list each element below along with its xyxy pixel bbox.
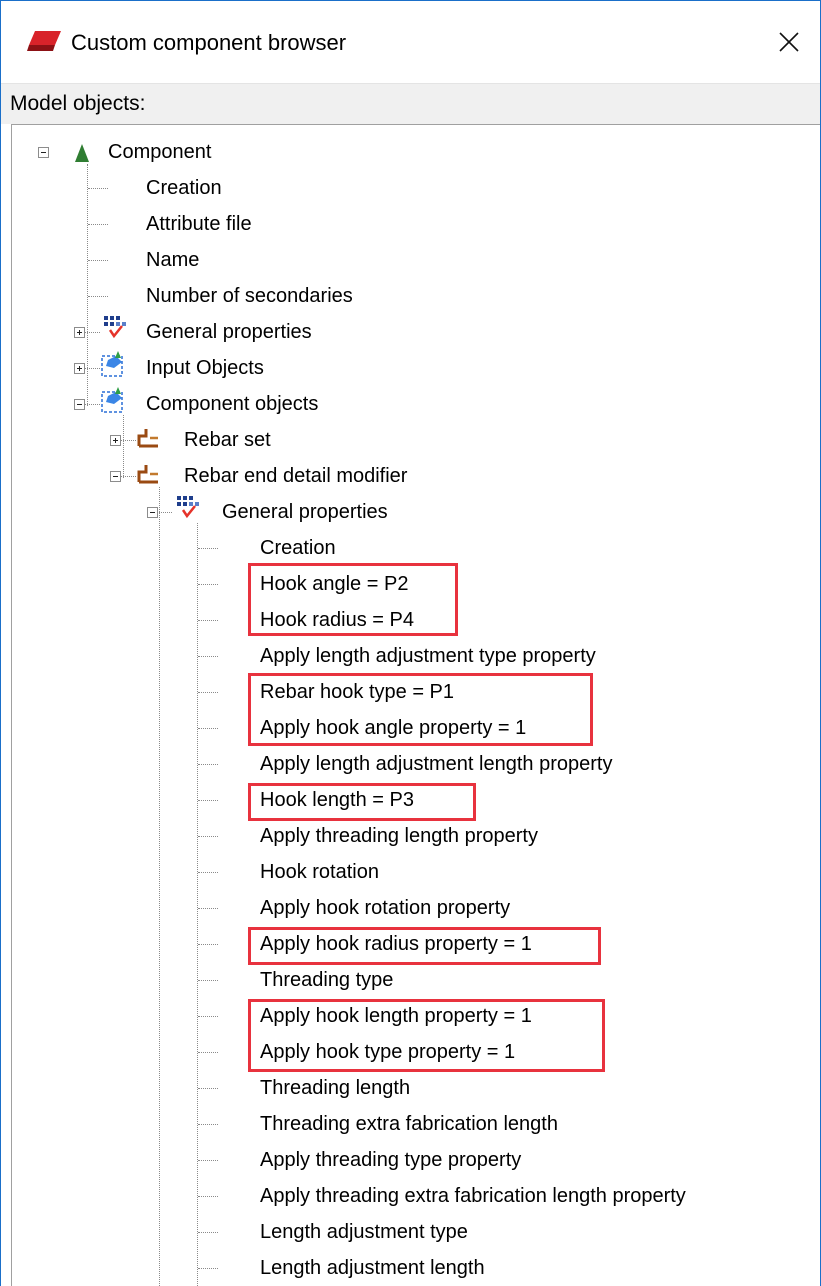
tree-node-property[interactable]: Threading type [260,967,393,993]
model-objects-tree[interactable]: Component Creation Attribute file Name N… [11,124,820,1286]
tree-branch [198,584,218,585]
tree-node-property[interactable]: Threading length [260,1075,410,1101]
tree-branch [198,1124,218,1125]
tree-branch [88,260,108,261]
tree-node-component-objects[interactable]: Component objects [146,391,318,417]
tree-branch [198,692,218,693]
tree-branch [198,908,218,909]
tree-node-property[interactable]: Length adjustment type [260,1219,468,1245]
tree-node-property[interactable]: Apply threading extra fabrication length… [260,1183,686,1209]
highlight-box [248,673,593,746]
rebar-end-detail-modifier-collapse-toggle[interactable] [110,471,121,482]
properties-icon [177,496,199,519]
rebar-set-expand-toggle[interactable] [110,435,121,446]
tree-branch [198,1016,218,1017]
rebar-icon [137,429,158,448]
tree-branch [198,872,218,873]
tree-branch [198,728,218,729]
tree-node-property[interactable]: Apply threading length property [260,823,538,849]
tree-guide-line [123,415,124,478]
title-bar[interactable]: Custom component browser [1,1,820,83]
tree-node-number-of-secondaries[interactable]: Number of secondaries [146,283,353,309]
tree-branch [88,224,108,225]
tree-branch [198,836,218,837]
tree-branch [198,1268,218,1269]
model-objects-header: Model objects: [1,83,820,124]
tree-node-name[interactable]: Name [146,247,199,273]
tree-node-property[interactable]: Threading extra fabrication length [260,1111,558,1137]
tree-node-property[interactable]: Apply length adjustment type property [260,643,596,669]
component-objects-icon [101,387,123,413]
tree-branch [198,1232,218,1233]
tree-node-attribute-file[interactable]: Attribute file [146,211,252,237]
model-objects-label: Model objects: [10,92,146,115]
close-icon [779,32,799,52]
tree-node-property[interactable]: Apply hook rotation property [260,895,510,921]
highlight-box [248,563,458,636]
tree-branch [198,1052,218,1053]
tree-branch [198,620,218,621]
tree-branch [198,944,218,945]
tree-branch [88,188,108,189]
close-button[interactable] [760,15,820,71]
tree-guide-line [197,523,198,1286]
component-objects-collapse-toggle[interactable] [74,399,85,410]
tree-node-creation[interactable]: Creation [146,175,222,201]
tree-node-modifier-general-properties[interactable]: General properties [222,499,388,525]
window-title: Custom component browser [71,30,347,55]
component-collapse-toggle[interactable] [38,147,49,158]
tree-node-property[interactable]: Creation [260,535,336,561]
tree-node-rebar-end-detail-modifier[interactable]: Rebar end detail modifier [184,463,407,489]
highlight-box [248,927,601,965]
input-objects-expand-toggle[interactable] [74,363,85,374]
tree-branch [198,1196,218,1197]
tree-node-general-properties[interactable]: General properties [146,319,312,345]
tree-branch [198,1088,218,1089]
tree-branch [198,764,218,765]
highlight-box [248,999,605,1072]
tree-node-component[interactable]: Component [108,139,211,165]
tree-branch [198,800,218,801]
custom-component-browser-window: Custom component browser Model objects: [0,0,821,1286]
general-properties-expand-toggle[interactable] [74,327,85,338]
tree-node-input-objects[interactable]: Input Objects [146,355,264,381]
tree-branch [198,1160,218,1161]
tree-guide-line [159,487,160,1286]
app-icon [27,31,61,51]
highlight-box [248,783,476,821]
tree-guide-line [87,164,88,406]
tree-node-property[interactable]: Hook rotation [260,859,379,885]
tree-branch [198,656,218,657]
tree-branch [88,296,108,297]
modifier-general-properties-collapse-toggle[interactable] [147,507,158,518]
component-icon [75,144,89,162]
input-objects-icon [101,351,123,377]
properties-icon [104,316,126,339]
tree-node-rebar-set[interactable]: Rebar set [184,427,271,453]
tree-node-property[interactable]: Length adjustment length [260,1255,485,1281]
tree-node-property[interactable]: Apply length adjustment length property [260,751,612,777]
rebar-icon [137,465,158,484]
tree-branch [198,548,218,549]
tree-branch [198,980,218,981]
tree-node-property[interactable]: Apply threading type property [260,1147,521,1173]
